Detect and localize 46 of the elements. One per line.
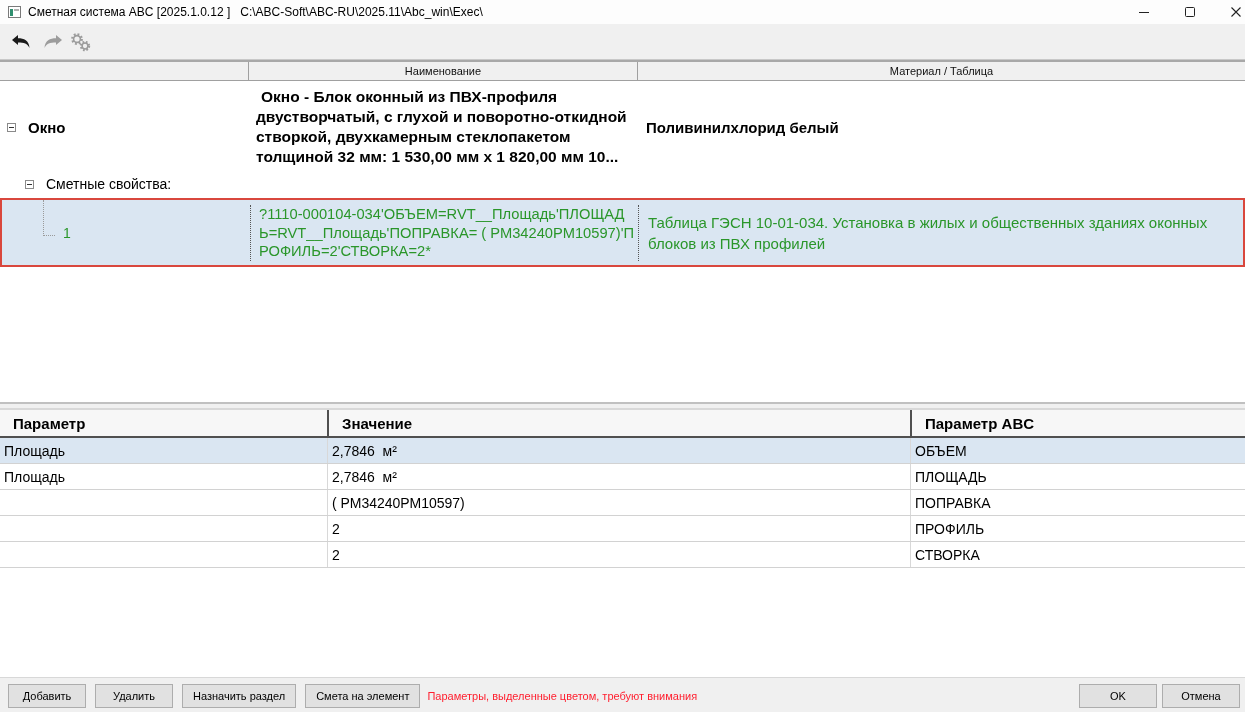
footer-button[interactable]: Добавить xyxy=(8,684,86,708)
footer-button[interactable]: Удалить xyxy=(95,684,173,708)
dialog-button[interactable]: Отмена xyxy=(1162,684,1240,708)
table-cell: ПРОФИЛЬ xyxy=(915,520,985,537)
minimize-icon[interactable] xyxy=(1139,11,1149,13)
description-text: Окно - Блок оконный из ПВХ-профиля двустворчатый, с глухой и поворотно-откидной створкой, двухкамерным стеклопакетом толщиной 32 мм: 1 530,00 мм x 1 820,00 мм 10... xyxy=(256,87,628,167)
table-cell: СТВОРКА xyxy=(915,546,980,563)
undo-icon[interactable] xyxy=(12,34,30,49)
material-text: Таблица ГЭСН 10-01-034. Установка в жилых и общественных зданиях оконных блоков из ПВХ профилей xyxy=(648,212,1209,254)
close-icon[interactable] xyxy=(1231,7,1241,17)
window-title: Сметная система ABC [2025.1.0.12 ] C:\ABC-Soft\ABC-RU\2025.11\Abc_win\Exec\ xyxy=(28,5,484,19)
table-row[interactable]: 2 ПРОФИЛЬ xyxy=(0,516,1245,542)
collapse-icon[interactable] xyxy=(7,122,16,132)
tree-row[interactable]: Сметные свойства: xyxy=(0,172,1245,196)
table-cell: 2 xyxy=(332,520,340,537)
column-header[interactable]: Параметр xyxy=(0,410,327,436)
table-cell: 2 xyxy=(332,546,340,563)
description-text: ?1110-000104-034'ОБЪЕМ=RVT__Площадь'ПЛОЩАДЬ=RVT__Площадь'ПОПРАВКА= ( РМ34240РМ10597)'ПРОФИЛЬ=2'СТВОРКА=2* xyxy=(259,205,634,261)
tree-row[interactable] xyxy=(0,198,1245,267)
column-header[interactable]: Параметр ABC xyxy=(910,410,1245,436)
table-row[interactable]: Площадь 2,7846 м² ОБЪЕМ xyxy=(0,438,1245,464)
table-row[interactable]: ( РМ34240РМ10597) ПОПРАВКА xyxy=(0,490,1245,516)
column-header[interactable]: Материал / Таблица xyxy=(637,62,1245,80)
tree-item-label[interactable]: Окно xyxy=(28,118,66,136)
table-cell: ОБЪЕМ xyxy=(915,442,967,459)
table-cell: Площадь xyxy=(4,468,65,485)
tree-row[interactable]: Окно Окно - Блок оконный из ПВХ-профиля двустворчатый, с глухой и поворотно-откидной створкой, двухкамерным стеклопакетом толщиной 32 мм: 1 530,00 мм x 1 820,00 мм 10... Поливинилхлорид белый xyxy=(0,81,1245,172)
table-cell: 2,7846 м² xyxy=(332,442,397,459)
table-row[interactable]: 2 СТВОРКА xyxy=(0,542,1245,568)
table-cell: ( РМ34240РМ10597) xyxy=(332,494,465,511)
table-cell: ПОПРАВКА xyxy=(915,494,991,511)
warning-text: Параметры, выделенные цветом, требуют внимания xyxy=(427,690,698,702)
column-header[interactable]: Наименование xyxy=(248,62,637,80)
table-row[interactable]: Площадь 2,7846 м² ПЛОЩАДЬ xyxy=(0,464,1245,490)
tree-item-label[interactable]: Сметные свойства: xyxy=(46,176,172,192)
table-cell: Площадь xyxy=(4,442,65,459)
table-cell: 2,7846 м² xyxy=(332,468,397,485)
dialog-button[interactable]: OK xyxy=(1079,684,1157,708)
app-icon xyxy=(8,6,21,18)
column-header[interactable]: Значение xyxy=(327,410,910,436)
footer-button[interactable]: Смета на элемент xyxy=(305,684,421,708)
footer-button[interactable]: Назначить раздел xyxy=(182,684,297,708)
maximize-icon[interactable] xyxy=(1185,7,1195,17)
table-cell: ПЛОЩАДЬ xyxy=(915,468,987,485)
collapse-icon[interactable] xyxy=(25,179,34,189)
material-text: Поливинилхлорид белый xyxy=(646,118,839,136)
